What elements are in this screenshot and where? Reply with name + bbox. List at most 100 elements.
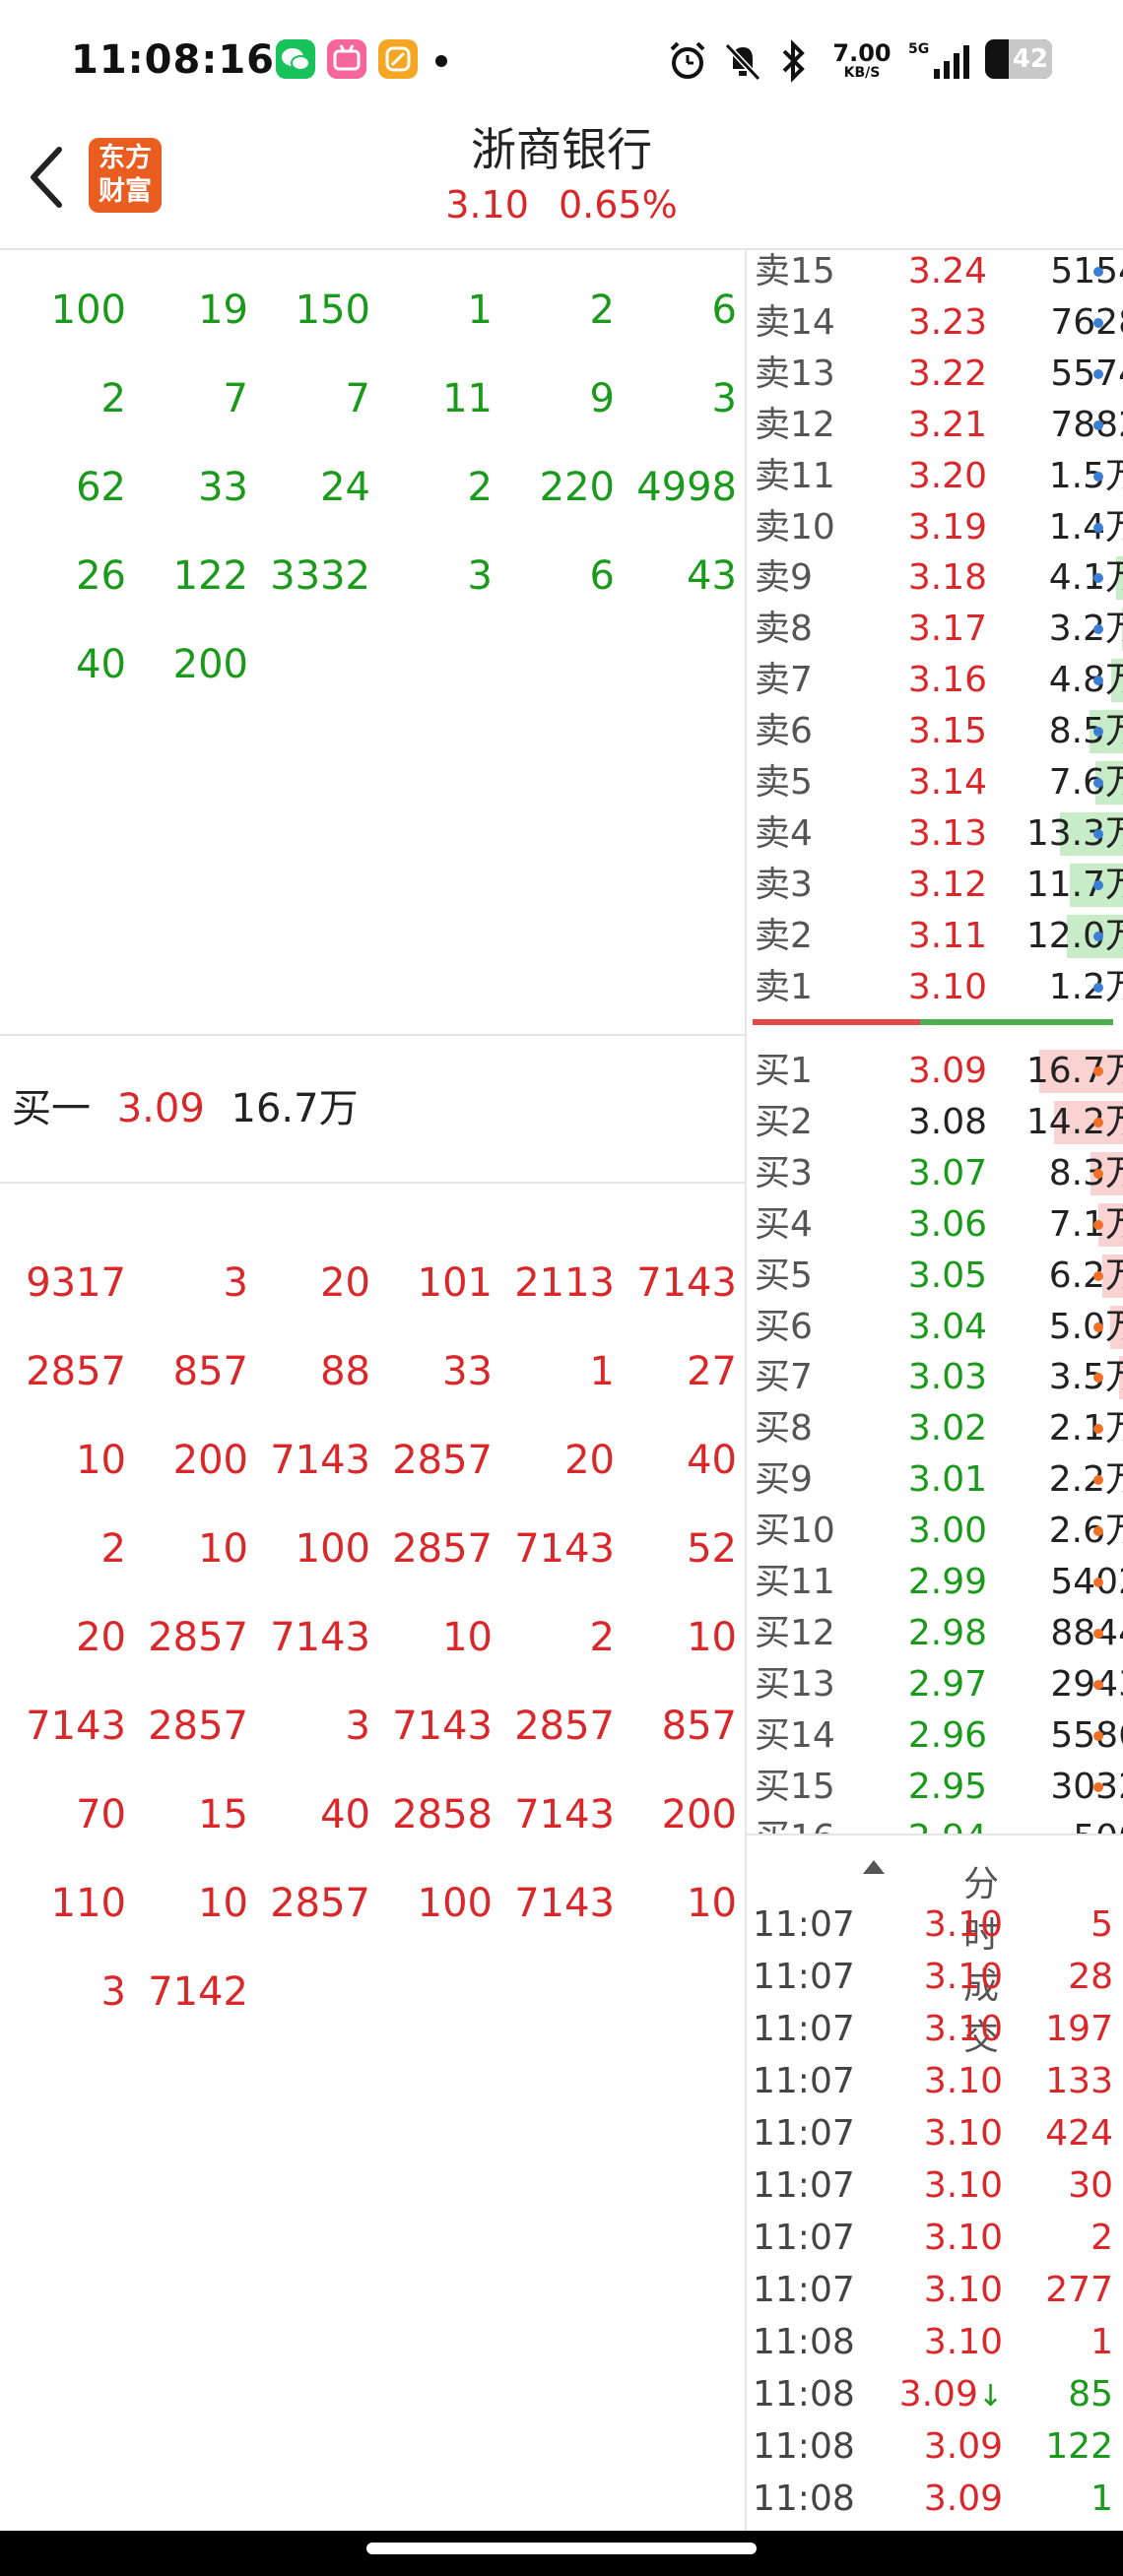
order-dot[interactable]: [1093, 368, 1103, 379]
order-dot[interactable]: [1093, 879, 1103, 890]
queue-order-volume: 70: [76, 1792, 126, 1837]
tick-time: 11:08: [753, 2374, 855, 2415]
order-dot[interactable]: [1093, 1270, 1103, 1281]
tick-price: 3.10: [894, 1899, 1003, 1951]
buy-queue-row: 10 200 7143 2857 20 40: [0, 1416, 745, 1505]
tick-price: 3.10: [894, 1951, 1003, 2003]
tick-row: 11:08 3.09 122: [747, 2420, 1123, 2473]
order-volume-cell: 14.2万: [993, 1100, 1123, 1144]
bid-row: 买6 3.04 5.0万: [747, 1302, 1123, 1353]
order-volume-cell: 2.2万: [993, 1458, 1123, 1502]
buy-queue-row: 9317 3 20 101 2113 7143: [0, 1239, 745, 1327]
queue-order-volume: 20: [320, 1260, 370, 1306]
buy-one-volume: 16.7万: [231, 1086, 359, 1131]
order-price: 3.14: [907, 762, 987, 803]
order-dot[interactable]: [1093, 419, 1103, 430]
order-price: 3.13: [907, 812, 987, 854]
order-price: 3.24: [907, 251, 987, 291]
bid-row: 买4 3.06 7.1万: [747, 1199, 1123, 1251]
sell-queue-row: 26 122 3332 3 6 43: [0, 532, 745, 620]
tick-price-value: 3.10: [923, 2322, 1003, 2362]
queue-order-volume: 62: [76, 465, 126, 510]
order-level-label: 买15: [755, 1766, 835, 1807]
tick-time: 11:07: [753, 2270, 855, 2310]
order-volume-cell: 13.3万: [993, 811, 1123, 856]
queue-order-volume: 857: [661, 1704, 737, 1749]
queue-order-volume: 2: [589, 288, 615, 333]
tick-time: 11:07: [753, 2113, 855, 2154]
home-gesture-handle[interactable]: [366, 2543, 757, 2554]
queue-order-volume: 33: [198, 465, 248, 510]
order-dot[interactable]: [1093, 1679, 1103, 1690]
queue-order-volume: 19: [198, 288, 248, 333]
order-volume-cell: 8.3万: [993, 1151, 1123, 1195]
order-dot[interactable]: [1093, 1578, 1103, 1587]
order-dot[interactable]: [1093, 828, 1103, 839]
sell-queue-row: 2 7 7 11 9 3: [0, 354, 745, 443]
order-price: 3.00: [907, 1511, 987, 1552]
ask-row: 卖12 3.217882: [747, 400, 1123, 451]
order-dot[interactable]: [1093, 1730, 1103, 1741]
tick-price-value: 3.10: [923, 1904, 1003, 1945]
order-volume-cell: 5154: [993, 250, 1123, 293]
order-level-label: 卖15: [755, 251, 835, 291]
queue-order-volume: 2: [589, 1615, 615, 1660]
tick-row: 11:07 3.10 424: [747, 2107, 1123, 2159]
stock-title: 浙商银行: [471, 123, 652, 176]
order-volume-cell: 7.1万: [993, 1202, 1123, 1247]
queue-order-volume: 3: [100, 1969, 126, 2015]
queue-order-volume: 2857: [270, 1881, 370, 1926]
bluetooth-icon: [774, 39, 814, 87]
tick-price: 3.09↓: [894, 2368, 1003, 2422]
order-dot[interactable]: [1093, 982, 1103, 993]
order-dot[interactable]: [1093, 522, 1103, 533]
tick-price-value: 3.10: [923, 2218, 1003, 2258]
order-dot[interactable]: [1093, 1168, 1103, 1179]
order-dot[interactable]: [1093, 1628, 1103, 1639]
queue-order-volume: 7143: [636, 1260, 737, 1306]
queue-order-volume: 7143: [270, 1438, 370, 1483]
order-volume-cell: 2943: [993, 1663, 1123, 1707]
tick-price-value: 3.10: [923, 1957, 1003, 1997]
queue-order-volume: 200: [172, 642, 248, 687]
ask-row: 卖10 3.19 1.4万: [747, 502, 1123, 553]
order-dot[interactable]: [1093, 1066, 1103, 1076]
order-dot[interactable]: [1093, 1321, 1103, 1332]
buy-queue-row: 2857 857 88 33 1 27: [0, 1327, 745, 1416]
net-speed-value: 7.00: [832, 39, 892, 67]
bid-row: 买15 2.953032: [747, 1762, 1123, 1813]
order-dot[interactable]: [1093, 931, 1103, 941]
order-level-label: 卖6: [755, 711, 813, 752]
alarm-icon: [666, 39, 709, 87]
tick-time: 11:07: [753, 1957, 855, 1997]
order-dot[interactable]: [1093, 778, 1103, 788]
ask-row: 卖13 3.225574: [747, 349, 1123, 400]
queue-order-volume: 3: [345, 1704, 370, 1749]
queue-order-volume: 10: [687, 1615, 737, 1660]
tick-price-value: 3.10: [923, 2061, 1003, 2101]
queue-order-volume: 150: [295, 288, 370, 333]
order-level-label: 买11: [755, 1562, 835, 1602]
order-dot[interactable]: [1093, 471, 1103, 482]
order-price: 2.99: [907, 1562, 987, 1602]
order-volume-cell: 4.1万: [993, 556, 1123, 601]
order-dot[interactable]: [1093, 317, 1103, 328]
queue-order-volume: 2857: [26, 1349, 126, 1394]
order-dot[interactable]: [1093, 1117, 1103, 1127]
order-volume-cell: 7.6万: [993, 761, 1123, 805]
queue-order-volume: 4998: [636, 465, 737, 510]
tick-volume: 28: [1068, 1957, 1113, 1997]
order-level-label: 卖5: [755, 762, 813, 803]
order-price: 3.19: [907, 506, 987, 547]
queue-order-volume: 122: [172, 553, 248, 599]
order-dot[interactable]: [1093, 1781, 1103, 1792]
queue-order-volume: 2113: [514, 1260, 615, 1306]
order-dot[interactable]: [1093, 267, 1103, 277]
buy-one-price: 3.09: [116, 1086, 205, 1131]
order-price: 3.10: [907, 966, 987, 1007]
tick-row: 11:07 3.10 2: [747, 2212, 1123, 2264]
queue-order-volume: 2858: [392, 1792, 493, 1837]
tick-header[interactable]: 分时成交: [747, 1834, 1123, 2058]
order-dot[interactable]: [1093, 1219, 1103, 1230]
queue-order-volume: 52: [687, 1526, 737, 1572]
